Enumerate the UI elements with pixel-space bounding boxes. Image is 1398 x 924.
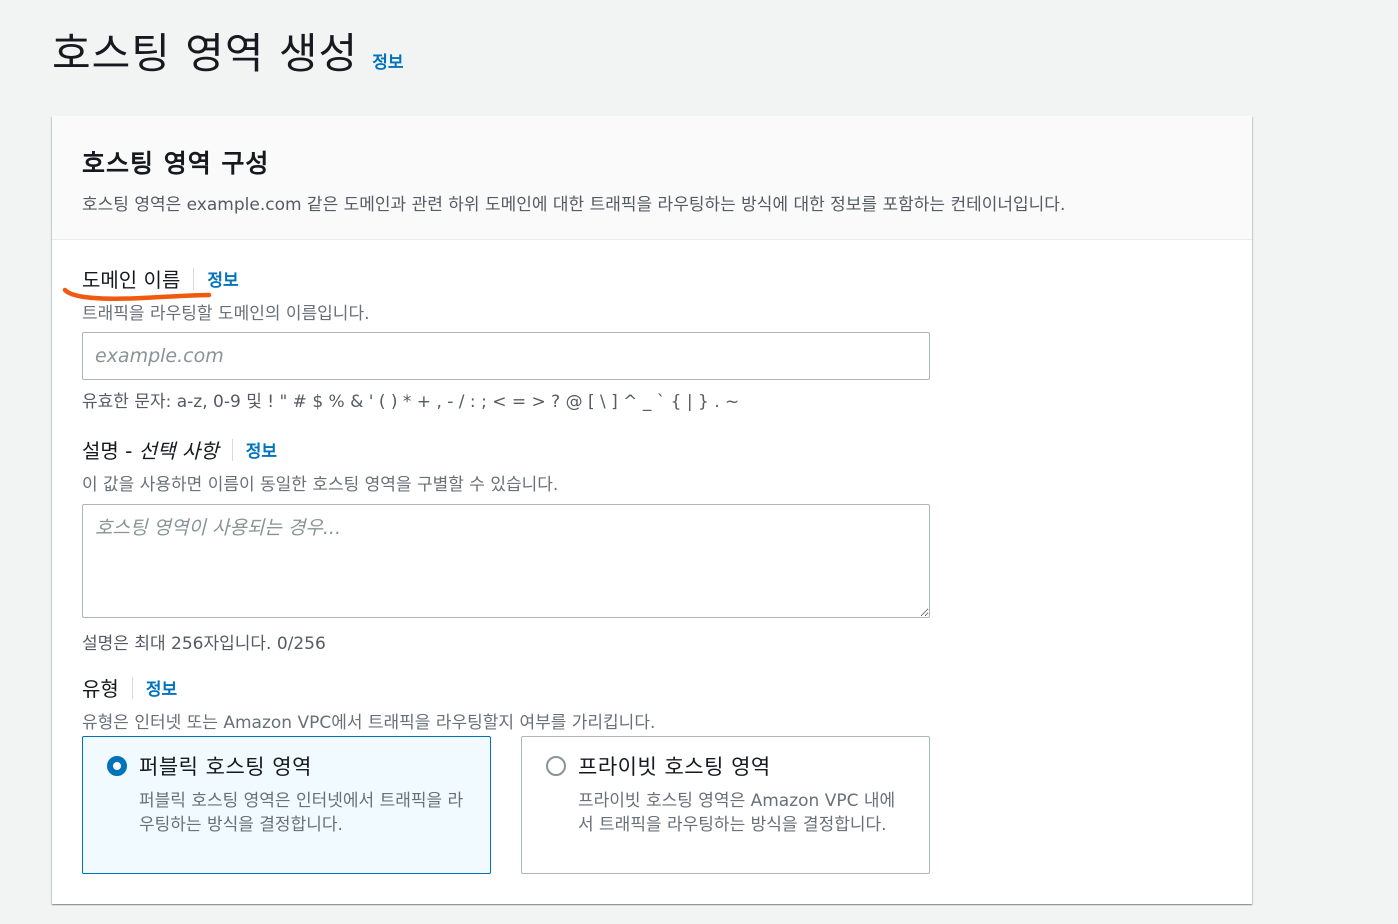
hosted-zone-config-panel: 호스팅 영역 구성 호스팅 영역은 example.com 같은 도메인과 관련… (52, 116, 1252, 904)
type-radio-group: 퍼블릭 호스팅 영역 퍼블릭 호스팅 영역은 인터넷에서 트래픽을 라우팅하는 … (82, 736, 930, 874)
description-optional-label: 선택 사항 (138, 439, 219, 463)
description-constraint: 설명은 최대 256자입니다. 0/256 (82, 634, 326, 654)
description-info-link[interactable]: 정보 (246, 437, 277, 462)
private-tile-description: 프라이빗 호스팅 영역은 Amazon VPC 내에서 트래픽을 라우팅하는 방… (578, 791, 896, 835)
description-field: 설명 - 선택 사항 정보 이 값을 사용하면 이름이 동일한 호스팅 영역을 … (82, 435, 930, 654)
private-hosted-zone-tile[interactable]: 프라이빗 호스팅 영역 프라이빗 호스팅 영역은 Amazon VPC 내에서 … (521, 736, 930, 874)
description-label: 설명 - 선택 사항 (82, 439, 219, 463)
public-tile-title: 퍼블릭 호스팅 영역 (139, 755, 312, 779)
type-label-row: 유형 정보 (82, 673, 655, 702)
page-title: 호스팅 영역 생성 (52, 29, 359, 78)
panel-description: 호스팅 영역은 example.com 같은 도메인과 관련 하위 도메인에 대… (82, 195, 1066, 215)
type-label: 유형 (82, 677, 119, 701)
header-info-link[interactable]: 정보 (372, 48, 403, 73)
private-tile-content: 프라이빗 호스팅 영역 프라이빗 호스팅 영역은 Amazon VPC 내에서 … (578, 751, 905, 859)
private-radio-button[interactable] (546, 756, 566, 776)
label-separator (131, 676, 133, 699)
private-tile-title: 프라이빗 호스팅 영역 (578, 755, 771, 779)
annotation-stroke (62, 287, 212, 301)
public-hosted-zone-tile[interactable]: 퍼블릭 호스팅 영역 퍼블릭 호스팅 영역은 인터넷에서 트래픽을 라우팅하는 … (82, 736, 491, 874)
description-help-text: 이 값을 사용하면 이름이 동일한 호스팅 영역을 구별할 수 있습니다. (82, 475, 559, 495)
description-textarea[interactable] (82, 504, 930, 618)
type-description: 유형은 인터넷 또는 Amazon VPC에서 트래픽을 라우팅할지 여부를 가… (82, 713, 656, 733)
domain-name-input[interactable] (82, 332, 930, 380)
public-radio-button[interactable] (107, 756, 127, 776)
panel-title: 호스팅 영역 구성 (82, 149, 270, 178)
type-info-link[interactable]: 정보 (146, 675, 177, 700)
page-header: 호스팅 영역 생성 정보 (52, 26, 403, 82)
domain-name-constraint: 유효한 문자: a-z, 0-9 및 ! " # $ % & ' ( ) * +… (82, 392, 740, 412)
panel-header: 호스팅 영역 구성 호스팅 영역은 example.com 같은 도메인과 관련… (52, 116, 1252, 240)
description-label-row: 설명 - 선택 사항 정보 (82, 435, 930, 464)
public-tile-content: 퍼블릭 호스팅 영역 퍼블릭 호스팅 영역은 인터넷에서 트래픽을 라우팅하는 … (139, 751, 466, 859)
label-separator (231, 438, 233, 461)
type-field: 유형 정보 유형은 인터넷 또는 Amazon VPC에서 트래픽을 라우팅할지… (82, 673, 655, 733)
public-tile-description: 퍼블릭 호스팅 영역은 인터넷에서 트래픽을 라우팅하는 방식을 결정합니다. (139, 791, 464, 835)
annotation-underline (62, 287, 212, 301)
